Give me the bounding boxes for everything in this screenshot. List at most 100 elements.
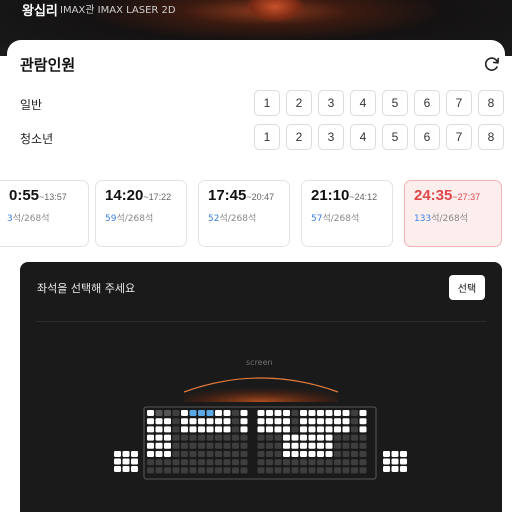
showtime-card[interactable]: 0:55~13:57 3석/268석 [0, 180, 89, 247]
seat[interactable] [317, 418, 324, 425]
seat[interactable] [114, 451, 121, 457]
seat[interactable] [223, 434, 231, 441]
seat[interactable] [181, 426, 188, 433]
seat[interactable] [317, 467, 324, 474]
seat[interactable] [147, 434, 154, 441]
seat[interactable] [181, 410, 188, 416]
seat[interactable] [164, 451, 171, 457]
seat[interactable] [334, 442, 341, 449]
seat[interactable] [266, 426, 273, 433]
seat[interactable] [223, 459, 231, 466]
seat[interactable] [266, 418, 273, 425]
seat[interactable] [257, 410, 265, 416]
seat[interactable] [300, 459, 307, 466]
general-count-3[interactable]: 3 [318, 90, 344, 116]
seat[interactable] [283, 418, 290, 425]
seat[interactable] [325, 426, 333, 433]
seat[interactable] [172, 451, 180, 457]
seat[interactable] [342, 418, 350, 425]
seat[interactable] [240, 426, 248, 433]
seat[interactable] [164, 426, 171, 433]
seat[interactable] [215, 442, 222, 449]
seat[interactable] [383, 466, 390, 472]
seat[interactable] [198, 442, 205, 449]
seat[interactable] [291, 426, 299, 433]
seat[interactable] [232, 467, 239, 474]
seat[interactable] [147, 442, 154, 449]
seat[interactable] [334, 418, 341, 425]
seat[interactable] [232, 442, 239, 449]
seat[interactable] [359, 451, 367, 457]
general-count-5[interactable]: 5 [382, 90, 408, 116]
seat[interactable] [334, 434, 341, 441]
seat[interactable] [198, 467, 205, 474]
seat[interactable] [240, 459, 248, 466]
seat[interactable] [325, 459, 333, 466]
seat[interactable] [172, 418, 180, 425]
seat[interactable] [164, 442, 171, 449]
seat[interactable] [206, 459, 214, 466]
seat[interactable] [300, 467, 307, 474]
seat[interactable] [317, 451, 324, 457]
seat[interactable] [206, 434, 214, 441]
seat[interactable] [334, 451, 341, 457]
seat[interactable] [155, 410, 163, 416]
seat[interactable] [215, 418, 222, 425]
seat[interactable] [155, 434, 163, 441]
general-count-2[interactable]: 2 [286, 90, 312, 116]
seat[interactable] [342, 459, 350, 466]
seat[interactable] [291, 442, 299, 449]
seat[interactable] [300, 418, 307, 425]
seat[interactable] [325, 434, 333, 441]
seat[interactable] [274, 467, 282, 474]
seat[interactable] [172, 434, 180, 441]
showtime-card[interactable]: 14:20~17:22 59석/268석 [95, 180, 187, 247]
seat[interactable] [147, 418, 154, 425]
seat[interactable] [291, 467, 299, 474]
youth-count-3[interactable]: 3 [318, 124, 344, 150]
seat[interactable] [359, 434, 367, 441]
seat[interactable] [283, 467, 290, 474]
seat[interactable] [400, 466, 407, 472]
seat[interactable] [155, 451, 163, 457]
seat[interactable] [283, 459, 290, 466]
seat[interactable] [266, 459, 273, 466]
seat[interactable] [308, 451, 316, 457]
seat[interactable] [359, 459, 367, 466]
seat[interactable] [223, 426, 231, 433]
seat[interactable] [155, 418, 163, 425]
seat[interactable] [147, 426, 154, 433]
seat[interactable] [147, 459, 154, 466]
seat[interactable] [215, 434, 222, 441]
seat[interactable] [155, 426, 163, 433]
showtime-card-selected[interactable]: 24:35~27:37 133석/268석 [404, 180, 502, 247]
seat[interactable] [189, 459, 197, 466]
seat[interactable] [359, 467, 367, 474]
seat[interactable] [300, 426, 307, 433]
seat[interactable] [308, 426, 316, 433]
seat[interactable] [274, 426, 282, 433]
seat[interactable] [342, 410, 350, 416]
general-count-1[interactable]: 1 [254, 90, 280, 116]
seat[interactable] [283, 434, 290, 441]
seat[interactable] [334, 426, 341, 433]
seat[interactable] [232, 459, 239, 466]
seat[interactable] [223, 418, 231, 425]
seat[interactable] [223, 410, 231, 416]
seat[interactable] [359, 410, 367, 416]
seat[interactable] [189, 426, 197, 433]
seat[interactable] [300, 451, 307, 457]
seat[interactable] [147, 410, 154, 416]
seat[interactable] [300, 434, 307, 441]
seat[interactable] [266, 442, 273, 449]
seat[interactable] [155, 459, 163, 466]
general-count-4[interactable]: 4 [350, 90, 376, 116]
seat[interactable] [189, 418, 197, 425]
seat[interactable] [383, 451, 390, 457]
seat[interactable] [181, 459, 188, 466]
seat[interactable] [266, 451, 273, 457]
seat[interactable] [240, 467, 248, 474]
seat[interactable] [257, 426, 265, 433]
youth-count-2[interactable]: 2 [286, 124, 312, 150]
seat[interactable] [308, 418, 316, 425]
